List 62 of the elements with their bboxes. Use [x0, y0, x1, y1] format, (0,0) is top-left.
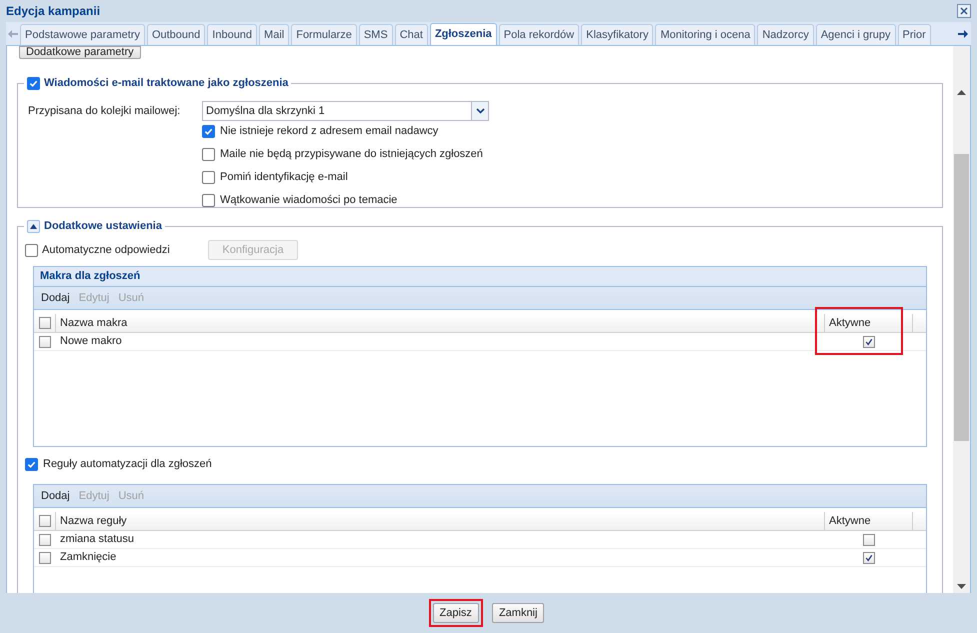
checkbox[interactable] [863, 552, 875, 564]
table-cell-text: Nowe makro [59, 334, 123, 350]
tab[interactable]: Outbound [146, 24, 206, 45]
tab[interactable]: Nadzorcy [757, 24, 814, 45]
tab[interactable]: SMS [358, 24, 393, 45]
checkbox-label: Pomiń identyfikację e-mail [220, 170, 348, 186]
triangle-icon [30, 224, 37, 229]
button[interactable]: Dodatkowe parametry [19, 46, 141, 59]
tab[interactable]: Prior [898, 24, 931, 45]
checkbox[interactable] [863, 534, 875, 546]
checkbox[interactable] [25, 458, 38, 470]
column-header[interactable]: Aktywne [825, 512, 913, 530]
footer-button[interactable]: Zamknij [492, 603, 544, 623]
table-cell-text: zmiana statusu [59, 532, 135, 548]
tab[interactable]: Monitoring i ocena [655, 24, 756, 45]
tab[interactable]: Podstawowe parametry [20, 24, 145, 45]
footer-button[interactable]: Zapisz [432, 603, 479, 623]
close-icon [960, 7, 968, 15]
column-header[interactable]: Nazwa makra [56, 314, 825, 332]
checkbox-label: Automatyczne odpowiedzi [42, 242, 170, 258]
tab[interactable]: Klasyfikatory [581, 24, 654, 45]
checkbox[interactable] [202, 148, 215, 161]
field-label: Przypisana do kolejki mailowej: [27, 104, 182, 119]
checkbox-label: Nie istnieje rekord z adresem email nadawcy [220, 124, 438, 140]
scroll-down-icon[interactable] [957, 584, 966, 589]
checkbox[interactable] [202, 194, 215, 207]
checkbox[interactable] [202, 125, 215, 138]
table-cell-text: Zamknięcie [59, 550, 118, 566]
tab[interactable]: Mail [259, 24, 290, 45]
tab[interactable]: Formularze [291, 24, 357, 45]
checkbox-label: Reguły automatyzacji dla zgłoszeń [43, 456, 212, 472]
tab[interactable]: Agenci i grupy [816, 24, 896, 45]
scroll-up-icon[interactable] [957, 90, 966, 95]
section-legend: Dodatkowe ustawienia [44, 218, 162, 234]
checkbox[interactable] [863, 336, 875, 348]
checkbox[interactable] [39, 552, 51, 564]
column-header[interactable]: Aktywne [825, 314, 913, 332]
checkbox-label: Maile nie będą przypisywane do istniejących zgłoszeń [220, 147, 483, 162]
close-button[interactable] [957, 4, 971, 18]
checkbox[interactable] [38, 317, 50, 329]
checkbox-label: Wątkowanie wiadomości po temacie [220, 193, 398, 208]
tab[interactable]: Zgłoszenia [430, 23, 497, 45]
checkbox[interactable] [39, 534, 51, 546]
checkbox[interactable] [39, 336, 51, 348]
column-header[interactable]: Nazwa reguły [56, 512, 825, 530]
checkbox[interactable] [38, 515, 50, 527]
collapse-button[interactable] [27, 220, 40, 233]
checkbox[interactable] [27, 76, 40, 90]
toolbar-button[interactable]: Dodaj [41, 488, 70, 504]
toolbar-button[interactable]: Dodaj [41, 290, 70, 306]
tab[interactable]: Pola rekordów [498, 24, 580, 45]
tab[interactable]: Inbound [207, 24, 258, 45]
dropdown-icon[interactable] [471, 102, 488, 120]
tab[interactable]: Chat [394, 24, 428, 45]
scrollbar-thumb[interactable] [954, 154, 969, 441]
queue-select[interactable]: Domyślna dla skrzynki 1 [202, 101, 489, 121]
checkbox[interactable] [25, 244, 38, 256]
scrollbar[interactable] [953, 46, 970, 593]
section-legend: Wiadomości e-mail traktowane jako zgłoszenia [44, 75, 288, 92]
panel-title: Makra dla zgłoszeń [34, 267, 926, 287]
checkbox[interactable] [202, 171, 215, 184]
window-title: Edycja kampanii [6, 3, 100, 20]
